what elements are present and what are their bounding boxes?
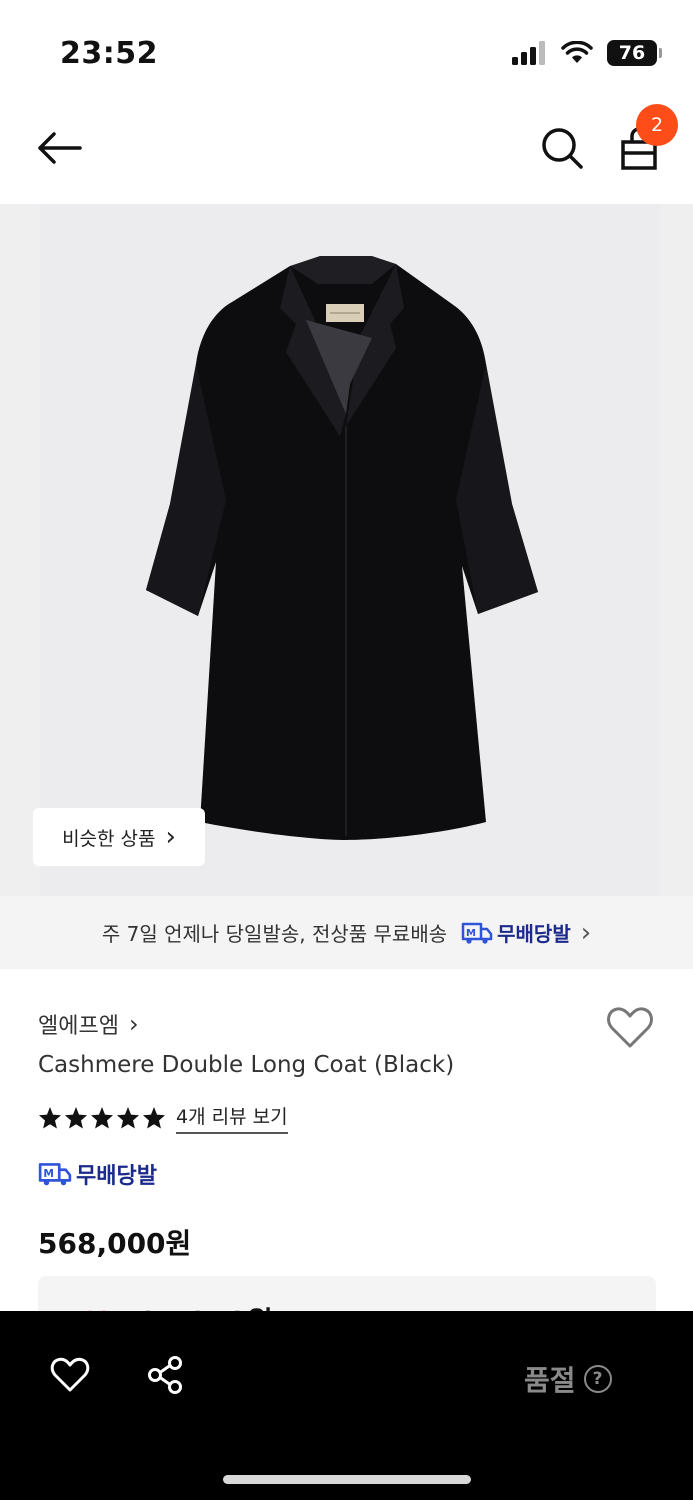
chevron-right-icon: › bbox=[580, 917, 592, 948]
star-icon bbox=[143, 1107, 165, 1129]
shipping-banner-text: 주 7일 언제나 당일발송, 전상품 무료배송 bbox=[101, 922, 448, 946]
top-nav: 2 bbox=[0, 100, 693, 204]
svg-text:M: M bbox=[466, 928, 476, 939]
similar-products-label: 비슷한 상품 bbox=[62, 827, 156, 850]
mubaedang-badge: M 무배당발 bbox=[38, 1158, 157, 1190]
heart-icon[interactable] bbox=[50, 1357, 90, 1393]
search-icon[interactable] bbox=[540, 126, 584, 170]
similar-products-button[interactable]: 비슷한 상품 › bbox=[33, 808, 205, 866]
status-bar: 23:52 76 bbox=[0, 0, 693, 100]
cart-count-badge: 2 bbox=[636, 104, 678, 146]
bottom-action-bar: 품절 ? bbox=[0, 1311, 693, 1500]
product-price: 568,000원 bbox=[38, 1227, 192, 1260]
star-icon bbox=[65, 1107, 87, 1129]
battery-icon: 76 bbox=[607, 40, 662, 66]
chevron-right-icon: › bbox=[165, 822, 176, 852]
product-title: Cashmere Double Long Coat (Black) bbox=[38, 1052, 455, 1078]
chevron-right-icon: › bbox=[128, 1010, 139, 1038]
mubaedang-label: 무배당발 bbox=[76, 1164, 157, 1189]
help-icon[interactable]: ? bbox=[583, 1365, 612, 1393]
mubaedang-label: 무배당발 bbox=[497, 922, 571, 946]
share-icon[interactable] bbox=[146, 1355, 184, 1395]
shipping-banner[interactable]: 주 7일 언제나 당일발송, 전상품 무료배송 M 무배당발 › bbox=[0, 896, 693, 969]
product-image[interactable]: 비슷한 상품 › bbox=[0, 204, 693, 896]
coat-image bbox=[40, 204, 660, 896]
star-icon bbox=[39, 1107, 61, 1129]
svg-text:M: M bbox=[43, 1167, 54, 1180]
view-reviews-link[interactable]: 4개 리뷰 보기 bbox=[176, 1102, 288, 1134]
signal-icon bbox=[512, 41, 545, 65]
delivery-truck-icon: M bbox=[461, 922, 493, 944]
status-time: 23:52 bbox=[60, 36, 158, 71]
mubaedang-badge: M 무배당발 bbox=[461, 918, 571, 947]
soldout-label: 품절 bbox=[524, 1364, 576, 1397]
delivery-truck-icon: M bbox=[38, 1163, 72, 1186]
star-icon bbox=[117, 1107, 139, 1129]
star-icon bbox=[91, 1107, 113, 1129]
status-icons: 76 bbox=[511, 40, 662, 66]
wifi-icon bbox=[561, 41, 593, 63]
rating-stars bbox=[38, 1106, 166, 1130]
brand-link[interactable]: 엘에프엠 › bbox=[38, 1008, 139, 1040]
brand-name: 엘에프엠 bbox=[38, 1014, 119, 1039]
home-indicator bbox=[223, 1475, 471, 1484]
rating-row: 4개 리뷰 보기 bbox=[38, 1102, 288, 1134]
back-arrow-icon[interactable] bbox=[36, 128, 84, 168]
soldout-status: 품절 ? bbox=[524, 1359, 612, 1399]
wishlist-heart-icon[interactable] bbox=[606, 1006, 654, 1050]
